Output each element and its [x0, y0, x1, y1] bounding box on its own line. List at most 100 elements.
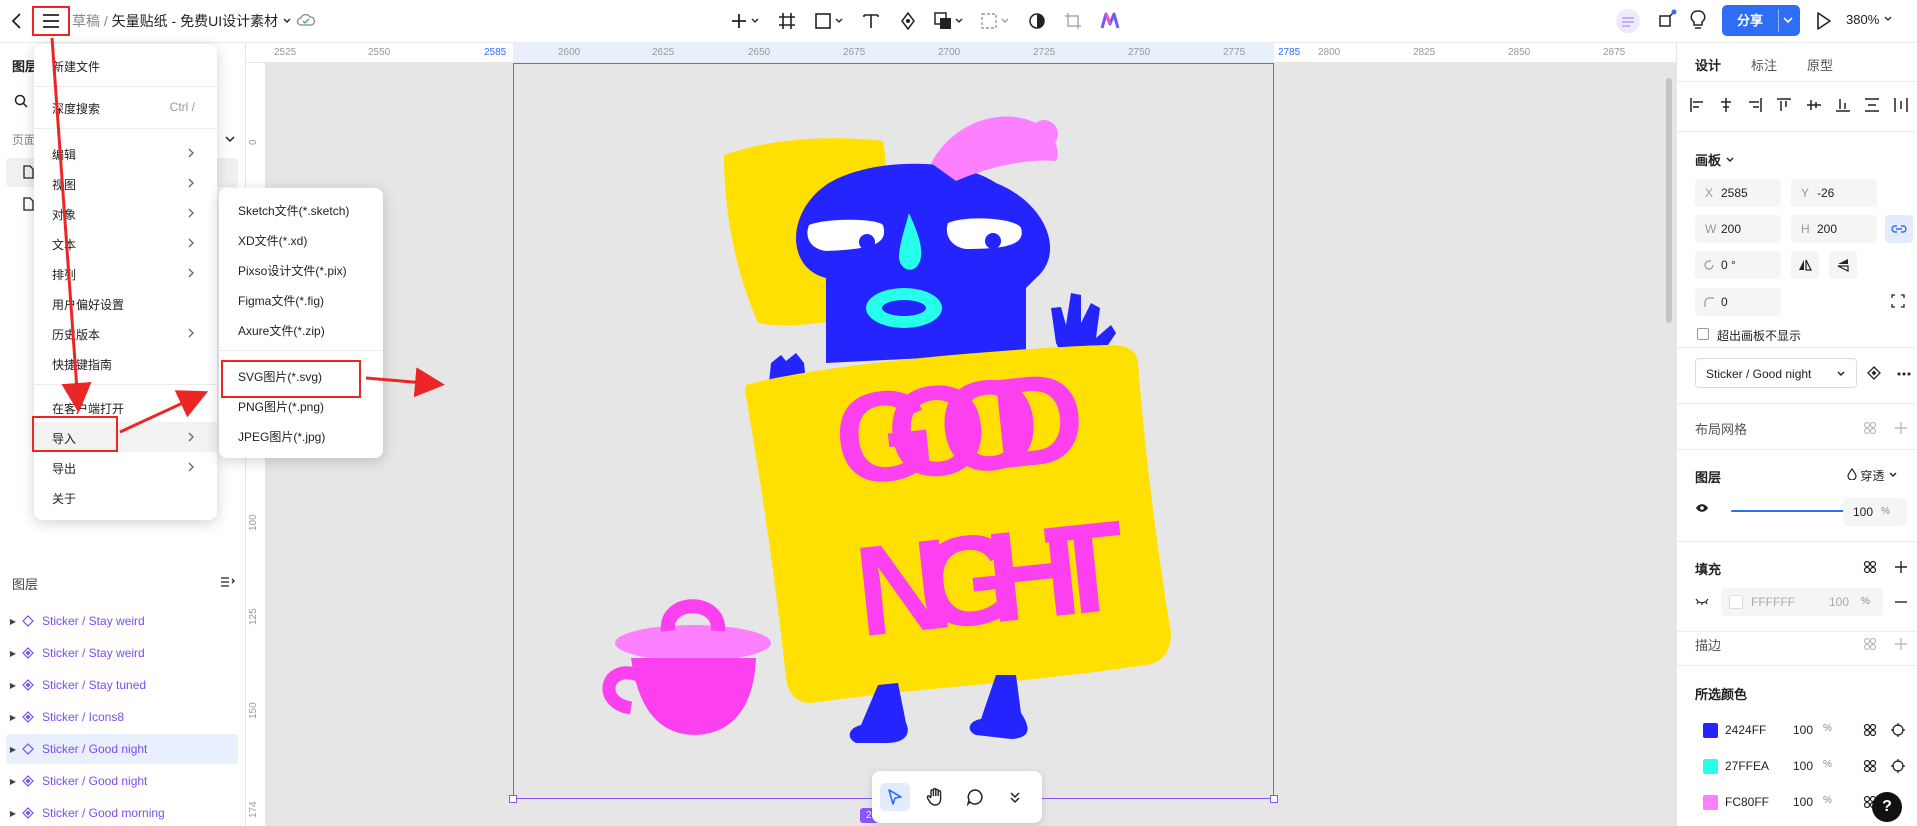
- avatar[interactable]: [1616, 9, 1640, 33]
- menu-item-history[interactable]: 历史版本: [34, 318, 217, 348]
- zoom-level[interactable]: 380%: [1846, 12, 1893, 27]
- chevron-down-icon[interactable]: [224, 133, 236, 148]
- menu-item-export[interactable]: 导出: [34, 452, 217, 482]
- tab-prototype[interactable]: 原型: [1807, 55, 1833, 74]
- selected-color-row[interactable]: 27FFEA 100 %: [1695, 751, 1910, 781]
- menu-item-edit[interactable]: 编辑: [34, 138, 217, 168]
- color-swatch[interactable]: [1703, 723, 1718, 738]
- add-fill-icon[interactable]: [1894, 560, 1908, 574]
- align-center-v-icon[interactable]: [1806, 97, 1822, 113]
- color-swatch[interactable]: [1703, 759, 1718, 774]
- add-tool[interactable]: [724, 7, 766, 35]
- expand-arrow-icon[interactable]: ▶: [6, 777, 20, 786]
- distribute-horizontal-icon[interactable]: [1893, 97, 1909, 113]
- style-icon[interactable]: [1863, 759, 1877, 773]
- menu-item-view[interactable]: 视图: [34, 168, 217, 198]
- rotation-field[interactable]: 0 °: [1695, 251, 1781, 279]
- target-icon[interactable]: [1891, 759, 1905, 773]
- menu-item-preferences[interactable]: 用户偏好设置: [34, 288, 217, 318]
- move-tool[interactable]: [880, 783, 910, 811]
- visibility-eye-icon[interactable]: [1695, 503, 1709, 513]
- selected-color-row[interactable]: 2424FF 100 %: [1695, 715, 1910, 745]
- color-swatch[interactable]: [1703, 795, 1718, 810]
- play-prototype-icon[interactable]: [1812, 10, 1834, 35]
- frame-tool[interactable]: [772, 7, 802, 35]
- menu-item-arrange[interactable]: 排列: [34, 258, 217, 288]
- fill-color-field[interactable]: FFFFFF 100 %: [1721, 588, 1883, 616]
- breadcrumb-root[interactable]: 草稿: [72, 13, 100, 29]
- vertical-scrollbar[interactable]: [1666, 78, 1672, 323]
- clip-content-checkbox[interactable]: [1697, 328, 1709, 340]
- share-button[interactable]: 分享: [1722, 5, 1800, 36]
- align-top-icon[interactable]: [1776, 97, 1792, 113]
- menu-item-deep-search[interactable]: 深度搜索 Ctrl /: [34, 92, 217, 122]
- resize-handle[interactable]: [509, 795, 517, 803]
- align-center-h-icon[interactable]: [1718, 97, 1734, 113]
- flip-vertical-button[interactable]: [1829, 251, 1857, 279]
- submenu-item-jpeg[interactable]: JPEG图片(*.jpg): [219, 420, 383, 450]
- file-name[interactable]: 矢量贴纸 - 免费UI设计素材: [112, 13, 278, 29]
- expand-arrow-icon[interactable]: ▶: [6, 809, 20, 818]
- layer-row[interactable]: ▶ Sticker / Stay tuned: [6, 670, 238, 700]
- component-selector[interactable]: Sticker / Good night: [1695, 358, 1857, 388]
- grid-style-icon[interactable]: [1863, 421, 1877, 435]
- mask-tool[interactable]: [1022, 7, 1052, 35]
- style-icon[interactable]: [1863, 723, 1877, 737]
- main-menu-button[interactable]: [32, 6, 70, 36]
- more-tools[interactable]: [1000, 783, 1030, 811]
- submenu-item-sketch[interactable]: Sketch文件(*.sketch): [219, 194, 383, 224]
- submenu-item-fig[interactable]: Figma文件(*.fig): [219, 284, 383, 314]
- menu-item-about[interactable]: 关于: [34, 482, 217, 512]
- expand-arrow-icon[interactable]: ▶: [6, 745, 20, 754]
- tab-design[interactable]: 设计: [1695, 55, 1721, 74]
- align-left-icon[interactable]: [1689, 97, 1705, 113]
- component-tool[interactable]: [974, 7, 1016, 35]
- comment-tool[interactable]: [960, 783, 990, 811]
- layer-row[interactable]: ▶ Sticker / Good night: [6, 766, 238, 796]
- flip-horizontal-button[interactable]: [1791, 251, 1819, 279]
- crop-tool[interactable]: [1058, 7, 1088, 35]
- plugins-icon[interactable]: [1656, 9, 1678, 34]
- go-to-main-component-icon[interactable]: [1867, 366, 1881, 380]
- layer-row[interactable]: ▶ Sticker / Stay weird: [6, 638, 238, 668]
- layer-row[interactable]: ▶ Sticker / Stay weird: [6, 606, 238, 636]
- ai-tool[interactable]: [1094, 7, 1126, 35]
- layer-row[interactable]: ▶ Sticker / Good morning: [6, 798, 238, 826]
- menu-item-shortcuts[interactable]: 快捷键指南: [34, 348, 217, 378]
- submenu-item-xd[interactable]: XD文件(*.xd): [219, 224, 383, 254]
- chevron-down-icon[interactable]: [750, 16, 760, 26]
- expand-arrow-icon[interactable]: ▶: [6, 617, 20, 626]
- add-stroke-icon[interactable]: [1894, 637, 1908, 651]
- help-button[interactable]: ?: [1872, 792, 1902, 822]
- expand-arrow-icon[interactable]: ▶: [6, 649, 20, 658]
- hand-tool[interactable]: [920, 783, 950, 811]
- fill-hidden-eye-icon[interactable]: [1695, 596, 1709, 606]
- remove-fill-icon[interactable]: [1894, 601, 1908, 603]
- submenu-item-axure[interactable]: Axure文件(*.zip): [219, 314, 383, 344]
- x-field[interactable]: X 2585: [1695, 179, 1781, 207]
- height-field[interactable]: H 200: [1791, 215, 1877, 243]
- back-icon[interactable]: [6, 10, 28, 32]
- lightbulb-icon[interactable]: [1688, 9, 1708, 34]
- resize-handle[interactable]: [1270, 795, 1278, 803]
- independent-corners-icon[interactable]: [1891, 294, 1905, 308]
- constrain-proportions-button[interactable]: [1885, 215, 1913, 243]
- tab-annotate[interactable]: 标注: [1751, 55, 1777, 74]
- fill-swatch[interactable]: [1729, 595, 1743, 609]
- pen-tool[interactable]: [892, 7, 924, 35]
- chevron-down-icon[interactable]: [282, 16, 292, 26]
- expand-arrow-icon[interactable]: ▶: [6, 681, 20, 690]
- width-field[interactable]: W 200: [1695, 215, 1781, 243]
- more-options-icon[interactable]: [1897, 372, 1911, 376]
- stroke-style-icon[interactable]: [1863, 637, 1877, 651]
- distribute-vertical-icon[interactable]: [1864, 97, 1880, 113]
- fill-style-icon[interactable]: [1863, 560, 1877, 574]
- target-icon[interactable]: [1891, 723, 1905, 737]
- layer-row[interactable]: ▶ Sticker / Icons8: [6, 702, 238, 732]
- menu-item-new-file[interactable]: 新建文件: [34, 50, 217, 80]
- layer-row-selected[interactable]: ▶ Sticker / Good night: [6, 734, 238, 764]
- opacity-field[interactable]: 100 %: [1843, 498, 1907, 526]
- chevron-down-icon[interactable]: [834, 16, 844, 26]
- menu-item-object[interactable]: 对象: [34, 198, 217, 228]
- submenu-item-pix[interactable]: Pixso设计文件(*.pix): [219, 254, 383, 284]
